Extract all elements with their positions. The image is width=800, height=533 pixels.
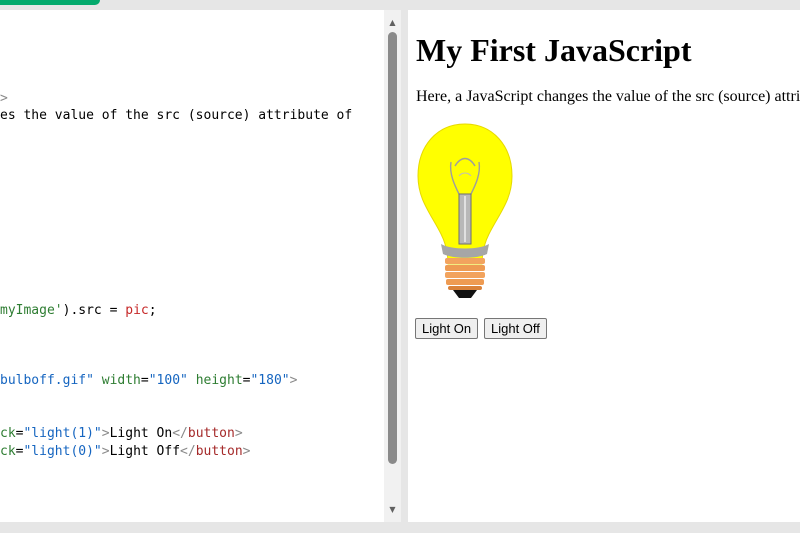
code-token: > <box>289 373 298 388</box>
code-token: width <box>101 373 141 388</box>
panel-divider[interactable] <box>401 10 408 522</box>
code-line[interactable]: es the value of the src (source) attribu… <box>0 107 352 125</box>
code-line[interactable]: ck="light(0)">Light Off</button> <box>0 443 251 461</box>
code-line[interactable]: myImage').src = pic; <box>0 302 157 320</box>
code-token: height <box>195 373 243 388</box>
code-token: "light(0)" <box>23 444 102 459</box>
page-description: Here, a JavaScript changes the value of … <box>416 88 800 105</box>
code-line[interactable]: ck="light(1)">Light On</button> <box>0 425 243 443</box>
code-token: </ <box>180 444 196 459</box>
code-token: > <box>242 444 251 459</box>
code-token: Light On <box>109 426 173 441</box>
code-token: </ <box>172 426 188 441</box>
code-token: myImage' <box>0 303 63 318</box>
code-token: ck <box>0 426 16 441</box>
code-token: button <box>195 444 243 459</box>
code-token: ).src = <box>62 303 126 318</box>
code-token: button <box>187 426 235 441</box>
lightbulb-icon <box>417 123 513 298</box>
page-heading: My First JavaScript <box>416 32 692 68</box>
result-panel: My First JavaScript Here, a JavaScript c… <box>408 10 800 522</box>
code-token: "100" <box>148 373 188 388</box>
light-on-button[interactable]: Light On <box>415 318 479 339</box>
code-token: "180" <box>250 373 290 388</box>
scroll-down-arrow-icon[interactable]: ▼ <box>384 501 401 518</box>
code-token: Light Off <box>109 444 181 459</box>
light-off-button[interactable]: Light Off <box>484 318 547 339</box>
code-token: pic <box>125 303 149 318</box>
run-button[interactable] <box>0 0 100 5</box>
code-token: > <box>234 426 243 441</box>
code-line[interactable]: bulboff.gif" width="100" height="180"> <box>0 372 297 390</box>
code-token: > <box>101 444 110 459</box>
code-line[interactable]: > <box>0 90 8 108</box>
code-editor[interactable]: > es the value of the src (source) attri… <box>0 10 384 522</box>
code-token: bulboff.gif" <box>0 373 94 388</box>
code-editor-panel[interactable]: > es the value of the src (source) attri… <box>0 10 401 522</box>
code-token: > <box>101 426 110 441</box>
top-toolbar <box>0 0 800 10</box>
code-token: = <box>140 373 149 388</box>
code-token: "light(1)" <box>23 426 102 441</box>
code-token: es the value of the src (source) attribu… <box>0 108 353 123</box>
code-token: ; <box>148 303 157 318</box>
code-token: > <box>0 91 8 106</box>
code-token: ck <box>0 444 16 459</box>
scroll-up-arrow-icon[interactable]: ▲ <box>384 14 401 31</box>
editor-scrollbar[interactable]: ▲ ▼ <box>384 10 401 522</box>
bottom-bar <box>0 522 800 533</box>
scrollbar-thumb[interactable] <box>388 32 397 464</box>
